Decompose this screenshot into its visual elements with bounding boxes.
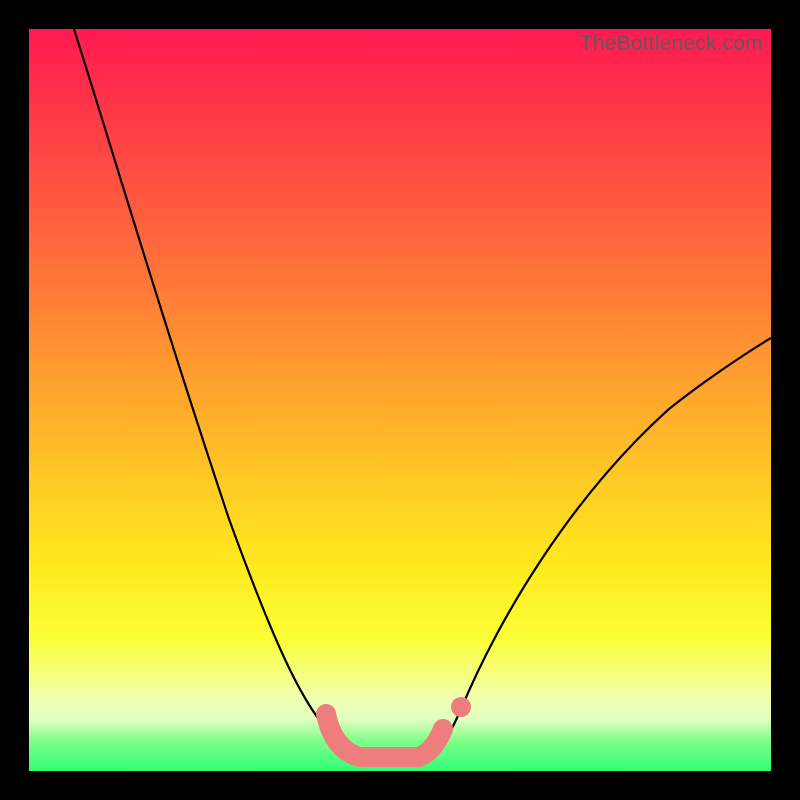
highlight-dot [451, 697, 471, 717]
chart-frame: TheBottleneck.com [0, 0, 800, 800]
plot-area: TheBottleneck.com [29, 29, 771, 771]
bottleneck-curve [29, 29, 771, 771]
highlight-segment [326, 714, 443, 757]
curve-path [74, 29, 771, 759]
